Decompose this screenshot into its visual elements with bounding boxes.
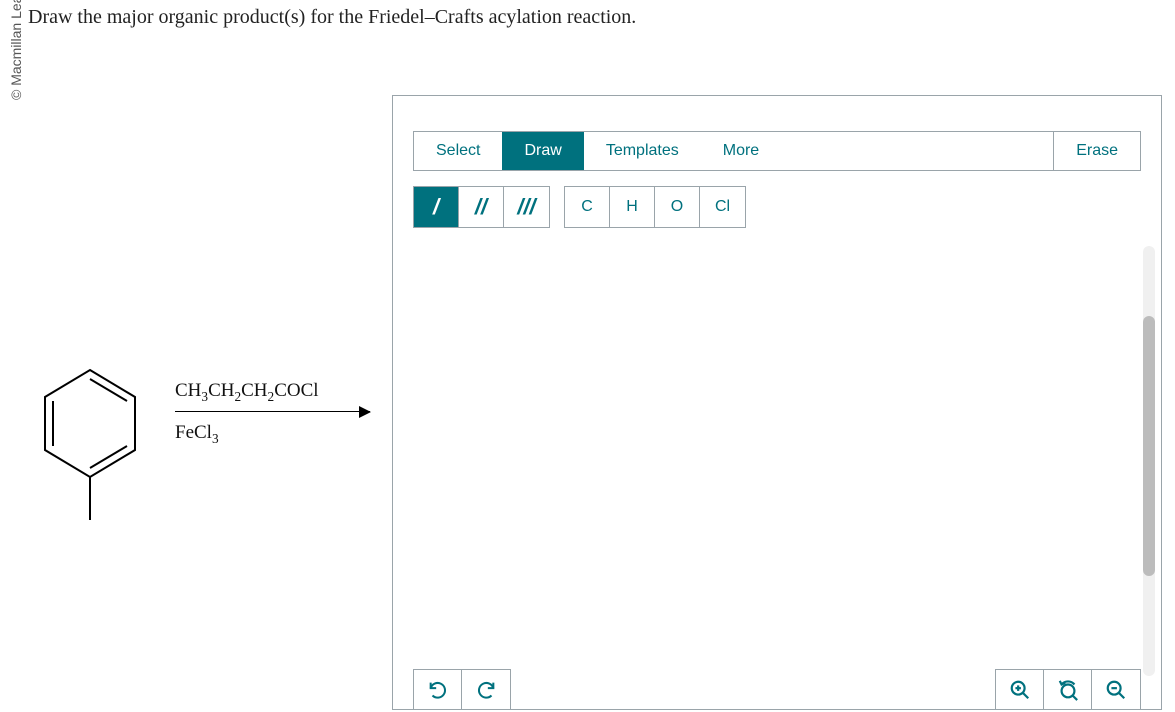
reaction-arrow bbox=[175, 411, 370, 413]
drawing-canvas[interactable] bbox=[394, 266, 1136, 659]
zoom-group bbox=[995, 669, 1141, 709]
zoom-in-button[interactable] bbox=[996, 670, 1044, 710]
tab-more[interactable]: More bbox=[701, 132, 781, 170]
single-bond-tool[interactable]: / bbox=[414, 187, 459, 227]
triple-bond-tool[interactable]: /// bbox=[504, 187, 549, 227]
atom-c-button[interactable]: C bbox=[565, 187, 610, 227]
zoom-reset-button[interactable] bbox=[1044, 670, 1092, 710]
undo-button[interactable] bbox=[414, 670, 462, 710]
editor-top-toolbar: Select Draw Templates More Erase bbox=[413, 131, 1141, 171]
copyright-text: © Macmillan Lea bbox=[8, 0, 24, 100]
editor-bottom-toolbar bbox=[413, 669, 1141, 709]
atom-tool-group: C H O Cl bbox=[564, 186, 746, 228]
double-bond-tool[interactable]: // bbox=[459, 187, 504, 227]
question-text: Draw the major organic product(s) for th… bbox=[28, 6, 636, 29]
double-bond-icon: // bbox=[475, 194, 487, 220]
tab-draw[interactable]: Draw bbox=[502, 132, 583, 170]
redo-button[interactable] bbox=[462, 670, 510, 710]
tab-select[interactable]: Select bbox=[414, 132, 502, 170]
reaction-scheme: CH3CH2CH2COCl FeCl3 bbox=[10, 360, 390, 560]
atom-o-button[interactable]: O bbox=[655, 187, 700, 227]
history-group bbox=[413, 669, 511, 709]
zoom-reset-icon bbox=[1057, 679, 1079, 701]
reaction-arrow-block: CH3CH2CH2COCl FeCl3 bbox=[175, 380, 385, 447]
redo-icon bbox=[475, 679, 497, 701]
scrollbar-thumb[interactable] bbox=[1143, 316, 1155, 576]
tab-erase[interactable]: Erase bbox=[1053, 132, 1140, 170]
zoom-in-icon bbox=[1009, 679, 1031, 701]
structure-editor: Select Draw Templates More Erase / // //… bbox=[392, 95, 1162, 710]
atom-cl-button[interactable]: Cl bbox=[700, 187, 745, 227]
zoom-out-icon bbox=[1105, 679, 1127, 701]
editor-tool-toolbar: / // /// C H O Cl bbox=[413, 186, 1141, 228]
atom-h-button[interactable]: H bbox=[610, 187, 655, 227]
bond-tool-group: / // /// bbox=[413, 186, 550, 228]
scrollbar-track[interactable] bbox=[1143, 246, 1155, 676]
undo-icon bbox=[427, 679, 449, 701]
toluene-structure bbox=[30, 360, 150, 540]
triple-bond-icon: /// bbox=[517, 194, 535, 220]
single-bond-icon: / bbox=[433, 194, 439, 220]
zoom-out-button[interactable] bbox=[1092, 670, 1140, 710]
catalyst-label: FeCl3 bbox=[175, 422, 385, 447]
tab-templates[interactable]: Templates bbox=[584, 132, 701, 170]
acyl-chloride-reagent: CH3CH2CH2COCl bbox=[175, 380, 385, 405]
